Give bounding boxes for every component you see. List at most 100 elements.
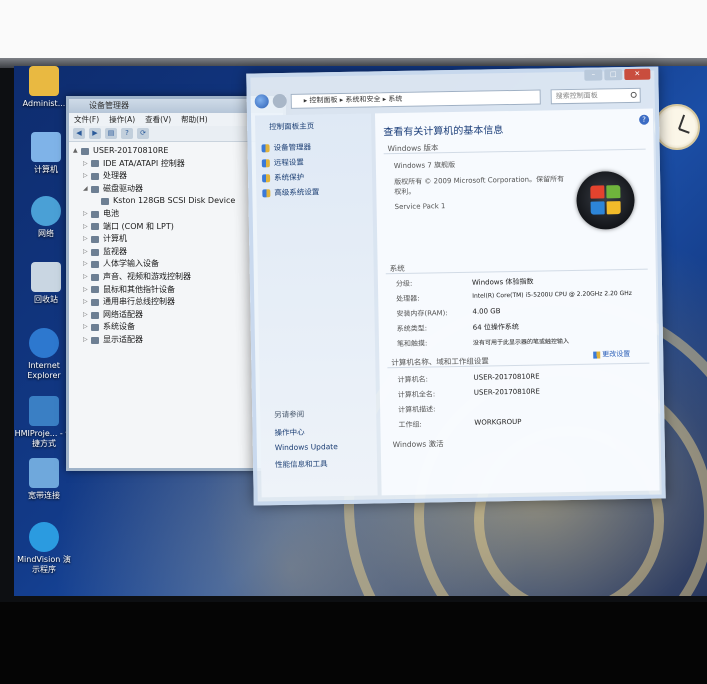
main-pane: ? 查看有关计算机的基本信息 Windows 版本 Windows 7 旗舰版 …	[374, 108, 660, 496]
desktop-icon-internet-explorer[interactable]: Internet Explorer	[14, 328, 74, 381]
internet-explorer-icon	[29, 328, 59, 358]
workgroup-value: WORKGROUP	[474, 417, 522, 427]
window-title: 设备管理器	[89, 101, 129, 110]
clock-gadget[interactable]	[654, 104, 700, 150]
expand-toggle-icon[interactable]: ▷	[83, 271, 91, 284]
desktop-icon-mindvision[interactable]: MindVision 演示程序	[14, 522, 74, 575]
computer-name-value: USER-20170810RE	[473, 372, 540, 382]
page-title: 查看有关计算机的基本信息	[383, 125, 504, 139]
close-button[interactable]: ✕	[624, 68, 651, 81]
help-icon[interactable]: ?	[121, 128, 133, 139]
breadcrumb[interactable]: ▸ 控制面板 ▸ 系统和安全 ▸ 系统	[290, 88, 541, 109]
desktop-icon-label: HMIProje... - 快捷方式	[14, 429, 74, 448]
desktop-icon-label: 宽带连接	[28, 491, 60, 500]
tree-item[interactable]: ▷ 通用串行总线控制器	[73, 296, 279, 309]
tree-item-label: IDE ATA/ATAPI 控制器	[103, 158, 185, 168]
rating-value[interactable]: Windows 体验指数	[472, 277, 534, 288]
back-icon[interactable]: ◀	[73, 128, 85, 139]
expand-toggle-icon[interactable]: ◢	[83, 183, 91, 196]
pen-touch-value: 没有可用于此显示器的笔或触控输入	[472, 338, 570, 347]
system-type-value: 64 位操作系统	[472, 322, 519, 332]
control-panel-home-link[interactable]: 控制面板主页	[255, 113, 371, 140]
expand-toggle-icon[interactable]: ▷	[83, 158, 91, 171]
window-controls: – □ ✕	[584, 68, 651, 81]
link-label: 设备管理器	[273, 142, 312, 153]
menu-view[interactable]: 查看(V)	[145, 113, 171, 126]
forward-button[interactable]	[272, 93, 287, 109]
ram-value: 4.00 GB	[472, 307, 501, 316]
tree-item-label: 处理器	[103, 171, 127, 181]
device-category-icon	[91, 286, 99, 294]
expand-toggle-icon[interactable]: ▷	[83, 334, 91, 347]
tree-item[interactable]: ▷ 监视器	[73, 246, 279, 259]
shield-icon	[262, 188, 271, 197]
search-input[interactable]: 搜索控制面板	[550, 87, 641, 104]
tree-item-label: 端口 (COM 和 LPT)	[103, 221, 174, 231]
tree-item[interactable]: ▷ 显示适配器	[73, 334, 279, 347]
computer-icon	[31, 132, 61, 162]
tree-item-label: 人体学输入设备	[103, 259, 159, 269]
expand-toggle-icon[interactable]: ▷	[83, 246, 91, 259]
tree-item-label: 声音、视频和游戏控制器	[103, 271, 191, 281]
device-category-icon	[91, 223, 99, 231]
link-performance[interactable]: 性能信息和工具	[275, 458, 328, 470]
recycle-bin-icon	[31, 262, 61, 292]
tree-item-label: 监视器	[103, 246, 127, 256]
menu-help[interactable]: 帮助(H)	[181, 113, 208, 126]
link-windows-update[interactable]: Windows Update	[275, 442, 338, 452]
clock-hour-hand	[678, 128, 690, 134]
properties-icon[interactable]: ▤	[105, 128, 117, 139]
expand-toggle-icon[interactable]: ▷	[83, 221, 91, 234]
desktop-icon-hmi-project[interactable]: HMIProje... - 快捷方式	[14, 396, 74, 449]
menu-action[interactable]: 操作(A)	[109, 113, 135, 126]
menu-file[interactable]: 文件(F)	[74, 113, 99, 126]
desktop-icon-label: MindVision 演示程序	[17, 555, 71, 574]
help-icon[interactable]: ?	[639, 114, 650, 125]
expand-toggle-icon[interactable]: ▷	[83, 309, 91, 322]
expand-toggle-icon[interactable]: ▷	[83, 170, 91, 183]
expand-toggle-icon[interactable]: ▷	[83, 208, 91, 221]
expand-toggle-icon[interactable]: ▷	[83, 296, 91, 309]
windows-logo-icon	[576, 170, 636, 230]
link-advanced-settings[interactable]: 高级系统设置	[256, 183, 372, 200]
tree-item[interactable]: ▷ 系统设备	[73, 321, 279, 334]
minimize-button[interactable]: –	[584, 69, 603, 81]
service-pack: Service Pack 1	[394, 202, 446, 212]
tree-item[interactable]: ▷ 鼠标和其他指针设备	[73, 284, 279, 297]
desktop-icon-broadband[interactable]: 宽带连接	[14, 458, 74, 501]
link-label: 系统保护	[274, 172, 305, 183]
back-button[interactable]	[254, 94, 269, 109]
full-name-value: USER-20170810RE	[473, 387, 540, 397]
flag-blue	[590, 201, 605, 215]
expand-toggle-icon[interactable]: ▷	[83, 233, 91, 246]
expand-toggle-icon[interactable]: ▲	[73, 145, 81, 158]
desktop-icon-administrator[interactable]: Administ...	[14, 66, 74, 109]
tree-item-label: 显示适配器	[103, 334, 143, 344]
see-also-title: 另请参阅	[274, 409, 305, 420]
device-category-icon	[91, 298, 99, 306]
scan-icon[interactable]: ⟳	[137, 128, 149, 139]
shield-icon	[261, 158, 270, 167]
change-settings-link[interactable]: 更改设置	[593, 349, 630, 360]
tree-item-label: 通用串行总线控制器	[103, 297, 175, 307]
device-category-icon	[91, 160, 99, 168]
copyright-text: 版权所有 © 2009 Microsoft Corporation。保留所有权利…	[394, 175, 565, 197]
desktop-icon-label: Administ...	[22, 99, 66, 108]
description-label: 计算机描述:	[398, 405, 436, 415]
workgroup-label: 工作组:	[398, 420, 422, 430]
processor-label: 处理器:	[396, 294, 420, 304]
flag-green	[606, 185, 621, 199]
tree-item[interactable]: ▷ 人体学输入设备	[73, 258, 279, 271]
pen-touch-label: 笔和触摸:	[396, 339, 428, 349]
ram-label: 安装内存(RAM):	[396, 309, 448, 319]
section-activation: Windows 激活	[392, 439, 444, 450]
link-action-center[interactable]: 操作中心	[274, 427, 304, 439]
maximize-button[interactable]: □	[604, 69, 623, 81]
search-icon	[630, 91, 637, 98]
tree-item[interactable]: ▷ 网络适配器	[73, 309, 279, 322]
forward-icon[interactable]: ▶	[89, 128, 101, 139]
expand-toggle-icon[interactable]: ▷	[83, 321, 91, 334]
tree-item[interactable]: ▷ 声音、视频和游戏控制器	[73, 271, 279, 284]
expand-toggle-icon[interactable]: ▷	[83, 258, 91, 271]
expand-toggle-icon[interactable]: ▷	[83, 284, 91, 297]
